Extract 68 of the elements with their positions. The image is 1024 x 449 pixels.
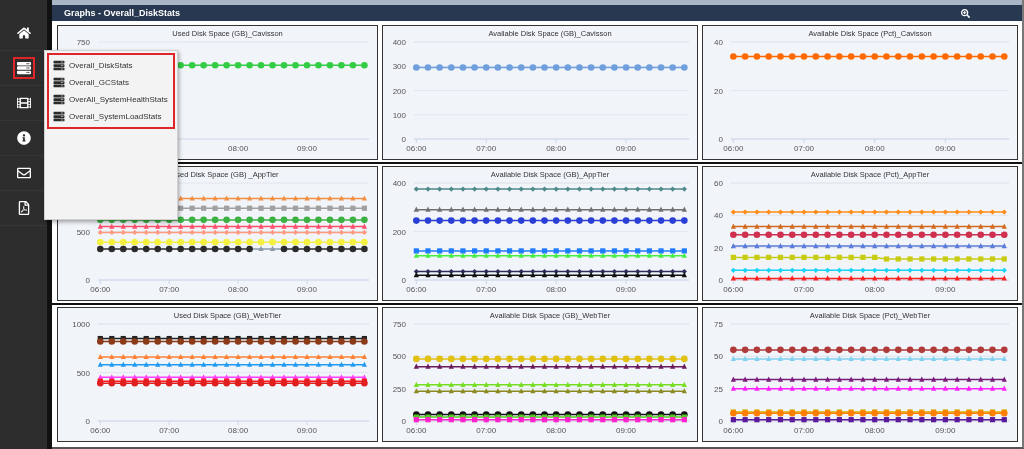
x-axis-label: 06:00 (406, 285, 427, 294)
x-axis-label: 06:00 (90, 426, 111, 435)
y-axis-label: 50 (714, 352, 723, 362)
x-axis-label: 08:00 (228, 144, 249, 153)
y-axis-label: 250 (392, 384, 406, 394)
y-axis-label: 60 (714, 179, 723, 188)
y-axis-label: 0 (718, 276, 723, 285)
x-axis-label: 07:00 (159, 285, 180, 294)
x-axis-label: 08:00 (228, 285, 249, 294)
menu-item-label: Overall_SystemLoadStats (69, 112, 162, 121)
x-axis-label: 07:00 (476, 144, 497, 153)
y-axis-label: 500 (76, 227, 90, 237)
x-axis-label: 06:00 (90, 285, 111, 294)
y-axis-label: 1000 (72, 320, 90, 329)
x-axis-label: 08:00 (228, 426, 249, 435)
x-axis-label: 09:00 (297, 426, 317, 435)
y-axis-label: 20 (714, 243, 723, 253)
x-axis-label: 07:00 (476, 426, 497, 435)
x-axis-label: 06:00 (723, 144, 744, 153)
x-axis-label: 08:00 (864, 426, 885, 435)
y-axis-label: 400 (392, 38, 406, 47)
x-axis-label: 07:00 (794, 144, 815, 153)
x-axis-label: 09:00 (935, 285, 956, 294)
x-axis-label: 08:00 (546, 426, 567, 435)
y-axis-label: 200 (392, 227, 406, 237)
x-axis-label: 06:00 (723, 426, 744, 435)
x-axis-label: 09:00 (616, 285, 637, 294)
y-axis-label: 0 (718, 417, 723, 426)
y-axis-label: 0 (401, 417, 406, 426)
page-title: Graphs - Overall_DiskStats (64, 8, 181, 18)
y-axis-label: 0 (401, 276, 406, 285)
x-axis-label: 07:00 (159, 426, 180, 435)
x-axis-label: 09:00 (935, 144, 956, 153)
x-axis-label: 07:00 (476, 285, 497, 294)
y-axis-label: 750 (392, 320, 406, 329)
y-axis-label: 20 (714, 86, 723, 96)
x-axis-label: 06:00 (723, 285, 744, 294)
x-axis-label: 09:00 (616, 144, 637, 153)
y-axis-label: 750 (76, 38, 90, 47)
menu-item-label: OverAll_SystemHealthStats (69, 95, 168, 104)
y-axis-label: 300 (392, 62, 406, 72)
x-axis-label: 06:00 (406, 144, 427, 153)
x-axis-label: 09:00 (616, 426, 637, 435)
x-axis-label: 09:00 (297, 285, 317, 294)
y-axis-label: 400 (392, 179, 406, 188)
y-axis-label: 40 (714, 38, 723, 47)
y-axis-label: 500 (392, 352, 406, 362)
x-axis-label: 06:00 (406, 426, 427, 435)
y-axis-label: 40 (714, 211, 723, 221)
menu-item-label: Overall_DiskStats (69, 61, 133, 70)
x-axis-label: 08:00 (546, 285, 567, 294)
x-axis-label: 09:00 (935, 426, 956, 435)
x-axis-label: 07:00 (794, 285, 815, 294)
y-axis-label: 0 (401, 135, 406, 144)
y-axis-label: 500 (76, 368, 90, 378)
menu-item-label: Overall_GCStats (69, 78, 130, 87)
y-axis-label: 100 (392, 110, 406, 120)
x-axis-label: 09:00 (297, 144, 317, 153)
y-axis-label: 0 (85, 417, 90, 426)
x-axis-label: 07:00 (794, 426, 815, 435)
x-axis-label: 08:00 (864, 144, 885, 153)
x-axis-label: 08:00 (546, 144, 567, 153)
y-axis-label: 200 (392, 86, 406, 96)
x-axis-label: 08:00 (864, 285, 885, 294)
y-axis-label: 0 (85, 276, 90, 285)
y-axis-label: 75 (714, 320, 723, 329)
y-axis-label: 25 (714, 384, 723, 394)
y-axis-label: 0 (718, 135, 723, 144)
